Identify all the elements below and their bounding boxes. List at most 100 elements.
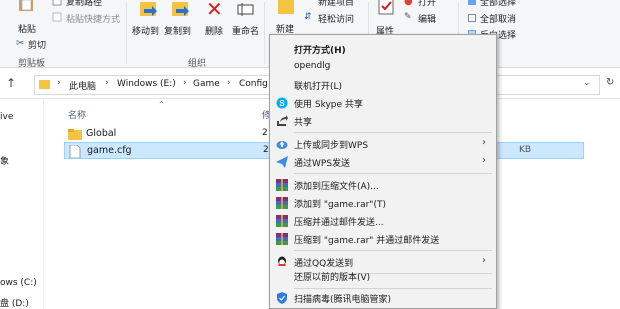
move-to-button[interactable]: 移动到 (132, 24, 159, 37)
sort-arrow-icon: ⌃ (158, 100, 165, 109)
organize-group-label: 组织 (188, 59, 207, 69)
document-icon (69, 144, 81, 159)
file-date: 2 (262, 128, 268, 138)
delete-icon: ✕ (206, 0, 223, 21)
easy-access-button[interactable]: 轻松访问 (318, 12, 354, 25)
winrar-icon (276, 197, 288, 209)
folder-small-icon (39, 80, 50, 89)
file-name: game.cfg (87, 145, 132, 156)
delete-button[interactable]: 删除 (205, 24, 223, 37)
easy-access-icon: ⇵ (304, 12, 312, 22)
paste-icon[interactable] (18, 0, 34, 12)
select-none-button[interactable]: 全部取消 (480, 12, 516, 25)
share-icon (276, 115, 288, 127)
up-arrow-icon[interactable]: ↑ (6, 76, 16, 90)
select-all-icon (468, 0, 476, 5)
breadcrumb-this-pc[interactable]: 此电脑 (69, 79, 96, 92)
menu-item-open-online[interactable]: 联机打开(L) (272, 76, 494, 94)
menu-item-scan-virus[interactable]: 扫描病毒(腾讯电脑管家) (272, 289, 494, 307)
menu-item-label: 添加到压缩文件(A)... (294, 182, 379, 192)
breadcrumb-separator: › (105, 78, 109, 88)
edit-button[interactable]: 编辑 (418, 12, 436, 25)
breadcrumb-drive-e[interactable]: Windows (E:) (117, 79, 176, 89)
menu-item-compress-and-email[interactable]: 压缩并通过邮件发送... (272, 212, 494, 230)
menu-item-wps-upload[interactable]: 上传或同步到WPS › (272, 135, 494, 153)
menu-item-label: 压缩到 "game.rar" 并通过邮件发送 (294, 236, 440, 246)
breadcrumb-separator: › (227, 78, 231, 88)
nav-item-onedrive[interactable]: ive (0, 112, 13, 122)
nav-item-objects[interactable]: 象 (0, 154, 9, 167)
select-all-button[interactable]: 全部选择 (480, 0, 516, 8)
menu-separator (294, 132, 492, 133)
breadcrumb-separator: › (183, 78, 187, 88)
menu-separator (294, 173, 492, 174)
new-folder-icon (276, 0, 296, 16)
rename-icon (236, 0, 256, 20)
file-name: Global (86, 128, 117, 139)
menu-item-compress-game-rar-and-email[interactable]: 压缩到 "game.rar" 并通过邮件发送 (272, 230, 494, 248)
menu-item-label: 添加到 "game.rar"(T) (294, 200, 386, 210)
menu-item-share[interactable]: 共享 (272, 112, 494, 130)
context-menu: 打开方式(H) opendlg 联机打开(L) S 使用 Skype 共享 共享… (269, 34, 497, 309)
submenu-arrow-icon: › (482, 137, 486, 148)
menu-item-label: 扫描病毒(腾讯电脑管家) (294, 295, 392, 305)
wps-send-icon (276, 156, 288, 168)
menu-item-label: 压缩并通过邮件发送... (294, 218, 384, 228)
menu-item-label: opendlg (294, 61, 331, 71)
menu-item-label: 联机打开(L) (294, 82, 343, 92)
new-item-button[interactable]: 新建项目 (318, 0, 354, 8)
select-none-icon (468, 14, 476, 22)
edit-icon: ✎ (404, 12, 412, 22)
cut-button[interactable]: 剪切 (28, 38, 46, 51)
paste-shortcut-icon (52, 12, 62, 22)
breadcrumb-game[interactable]: Game (193, 79, 220, 89)
menu-item-add-to-game-rar[interactable]: 添加到 "game.rar"(T) (272, 194, 494, 212)
menu-item-add-to-archive[interactable]: 添加到压缩文件(A)... (272, 176, 494, 194)
skype-icon: S (276, 97, 288, 109)
nav-item-drive-c[interactable]: ows (C:) (0, 278, 37, 288)
menu-item-label: 通过WPS发送 (294, 159, 351, 169)
clipboard-group-label: 剪贴板 (18, 59, 46, 69)
copy-to-button[interactable]: 复制到 (164, 24, 191, 37)
submenu-arrow-icon: › (482, 255, 486, 266)
menu-item-label: 还原以前的版本(V) (294, 273, 371, 283)
menu-item-label: 共享 (294, 118, 313, 128)
tencent-shield-icon (276, 292, 288, 304)
winrar-icon (276, 233, 288, 245)
nav-item-drive-d[interactable]: 盘 (D:) (0, 296, 29, 309)
paste-shortcut-button[interactable]: 粘贴快捷方式 (66, 12, 120, 25)
copy-path-button[interactable]: 复制路径 (66, 0, 102, 8)
navigation-pane: ive 象 ows (C:) 盘 (D:) (0, 100, 44, 309)
winrar-icon (276, 179, 288, 191)
menu-item-opendlg[interactable]: opendlg (272, 58, 494, 76)
copy-to-icon (170, 0, 190, 20)
menu-separator (294, 250, 492, 251)
folder-icon (68, 129, 82, 140)
menu-item-wps-send[interactable]: 通过WPS发送 › (272, 153, 494, 171)
wps-cloud-icon (276, 138, 288, 150)
properties-icon (376, 0, 396, 16)
open-icon: ● (404, 0, 413, 7)
scissors-icon: ✂ (16, 38, 25, 49)
file-date: 2 (263, 145, 269, 155)
address-dropdown-icon[interactable]: ⌄ (583, 78, 591, 88)
column-header-name[interactable]: 名称 (68, 108, 86, 121)
copy-path-icon (52, 0, 62, 6)
menu-item-restore-previous-versions[interactable]: 还原以前的版本(V) (272, 267, 494, 285)
menu-item-label: 打开方式(H) (294, 46, 346, 56)
breadcrumb-config[interactable]: Config (239, 79, 268, 89)
submenu-arrow-icon: › (482, 155, 486, 166)
menu-item-open-with[interactable]: 打开方式(H) (272, 40, 494, 58)
move-to-icon (138, 0, 158, 20)
refresh-icon[interactable]: ↻ (606, 77, 614, 88)
winrar-icon (276, 215, 288, 227)
open-button[interactable]: 打开 (418, 0, 436, 8)
svg-text:S: S (279, 99, 285, 108)
rename-button[interactable]: 重命名 (232, 24, 259, 37)
menu-item-label: 上传或同步到WPS (294, 141, 369, 151)
paste-button[interactable]: 粘贴 (18, 22, 36, 35)
breadcrumb-separator: › (57, 78, 61, 88)
file-size: KB (519, 145, 532, 155)
menu-item-skype-share[interactable]: S 使用 Skype 共享 (272, 94, 494, 112)
menu-item-label: 使用 Skype 共享 (294, 100, 363, 110)
